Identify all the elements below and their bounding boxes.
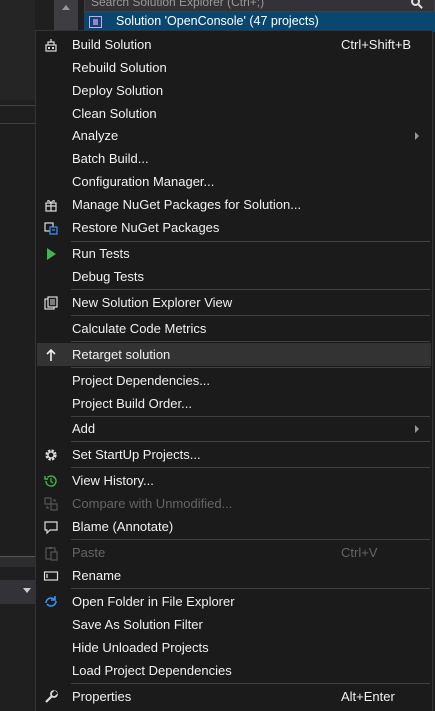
menu-item-view-history[interactable]: View History... (37, 469, 431, 492)
menu-item-label: Blame (Annotate) (72, 519, 174, 534)
menu-item-shortcut: Alt+Enter (341, 689, 395, 704)
menu-item-debug-tests[interactable]: Debug Tests (37, 265, 431, 288)
menu-item-label: Project Build Order... (72, 396, 192, 411)
wrench-icon (45, 690, 58, 703)
menu-item-project-dependencies[interactable]: Project Dependencies... (37, 369, 431, 392)
editor-background (0, 0, 35, 100)
panel-strip (0, 556, 35, 567)
blame-comment-icon (44, 521, 58, 535)
menu-item-shortcut: Ctrl+Shift+B (341, 37, 412, 52)
menu-item-label: Open Folder in File Explorer (72, 594, 235, 609)
menu-item-label: Retarget solution (72, 347, 171, 362)
menu-separator (71, 341, 430, 342)
divider (0, 105, 35, 106)
menu-item-label: Project Dependencies... (72, 373, 211, 388)
menu-item-shortcut: Ctrl+V (341, 545, 378, 560)
gear-icon (45, 449, 57, 461)
scroll-up-icon[interactable] (62, 5, 70, 10)
menu-item-label: Restore NuGet Packages (72, 220, 220, 235)
solution-icon (89, 16, 102, 28)
menu-item-rebuild-solution[interactable]: Rebuild Solution (37, 56, 431, 79)
menu-item-calculate-code-metrics[interactable]: Calculate Code Metrics (37, 317, 431, 340)
menu-item-deploy-solution[interactable]: Deploy Solution (37, 79, 431, 102)
compare-icon (44, 497, 58, 511)
menu-separator (71, 441, 430, 442)
menu-item-label: Manage NuGet Packages for Solution... (72, 197, 302, 212)
restore-packages-icon (44, 222, 58, 235)
menu-item-label: Build Solution (72, 37, 152, 52)
menu-item-load-project-dependencies[interactable]: Load Project Dependencies (37, 659, 431, 682)
scrollbar[interactable] (54, 0, 78, 30)
paste-icon (45, 547, 58, 561)
menu-item-label: Set StartUp Projects... (72, 447, 201, 462)
history-icon (44, 475, 57, 487)
menu-item-compare-with-unmodified[interactable]: Compare with Unmodified... (37, 492, 431, 515)
menu-item-label: Rename (72, 568, 122, 583)
search-placeholder: Search Solution Explorer (Ctrl+;) (91, 0, 265, 9)
menu-item-clean-solution[interactable]: Clean Solution (37, 102, 431, 125)
menu-item-label: Clean Solution (72, 106, 157, 121)
menu-item-label: Deploy Solution (72, 83, 164, 98)
menu-item-label: Configuration Manager... (72, 174, 215, 189)
open-folder-icon (45, 596, 57, 607)
submenu-arrow-icon (415, 425, 419, 433)
menu-item-label: Save As Solution Filter (72, 617, 203, 632)
menu-item-label: View History... (72, 473, 154, 488)
menu-item-set-startup-projects[interactable]: Set StartUp Projects... (37, 443, 431, 466)
menu-item-open-folder-in-file-explorer[interactable]: Open Folder in File Explorer (37, 590, 431, 613)
rename-icon (43, 571, 59, 581)
editor-panel (0, 124, 35, 554)
menu-item-restore-nuget[interactable]: Restore NuGet Packages (37, 216, 431, 239)
retarget-arrow-icon (46, 348, 56, 361)
menu-item-batch-build[interactable]: Batch Build... (37, 147, 431, 170)
menu-item-label: Rebuild Solution (72, 60, 167, 75)
menu-item-label: Compare with Unmodified... (72, 496, 233, 511)
menu-item-manage-nuget[interactable]: Manage NuGet Packages for Solution... (37, 193, 431, 216)
menu-separator (71, 539, 430, 540)
menu-separator (71, 289, 430, 290)
menu-item-hide-unloaded-projects[interactable]: Hide Unloaded Projects (37, 636, 431, 659)
menu-item-configuration-manager[interactable]: Configuration Manager... (37, 170, 431, 193)
nuget-package-icon (45, 200, 57, 212)
menu-separator (71, 683, 430, 684)
build-icon (45, 39, 57, 52)
submenu-arrow-icon (415, 132, 419, 140)
menu-item-project-build-order[interactable]: Project Build Order... (37, 392, 431, 415)
menu-item-label: Load Project Dependencies (72, 663, 232, 678)
menu-item-run-tests[interactable]: Run Tests (37, 242, 431, 265)
menu-item-label: New Solution Explorer View (72, 295, 233, 310)
menu-item-label: Properties (72, 689, 132, 704)
menu-item-properties[interactable]: Properties Alt+Enter (37, 685, 431, 708)
menu-separator (71, 467, 430, 468)
menu-item-add[interactable]: Add (37, 417, 431, 440)
menu-item-save-as-solution-filter[interactable]: Save As Solution Filter (37, 613, 431, 636)
new-explorer-view-icon (44, 296, 58, 310)
menu-item-label: Analyze (72, 128, 119, 143)
menu-separator (71, 588, 430, 589)
menu-item-label: Calculate Code Metrics (72, 321, 207, 336)
menu-item-build-solution[interactable]: Build Solution Ctrl+Shift+B (37, 33, 431, 56)
menu-separator (71, 315, 430, 316)
menu-item-analyze[interactable]: Analyze (37, 124, 431, 147)
menu-item-label: Hide Unloaded Projects (72, 640, 209, 655)
menu-item-new-solution-explorer-view[interactable]: New Solution Explorer View (37, 291, 431, 314)
solution-node[interactable]: Solution 'OpenConsole' (47 projects) (84, 12, 435, 32)
menu-item-label: Run Tests (72, 246, 130, 261)
menu-item-label: Paste (72, 545, 106, 560)
run-tests-icon (47, 248, 56, 260)
solution-label: Solution 'OpenConsole' (47 projects) (116, 14, 319, 28)
solution-explorer-search-input[interactable]: Search Solution Explorer (Ctrl+;) (84, 0, 435, 12)
menu-item-label: Debug Tests (72, 269, 145, 284)
menu-item-rename[interactable]: Rename (37, 564, 431, 587)
menu-item-paste[interactable]: Paste Ctrl+V (37, 541, 431, 564)
menu-separator (71, 367, 430, 368)
menu-item-label: Batch Build... (72, 151, 149, 166)
menu-item-blame[interactable]: Blame (Annotate) (37, 515, 431, 538)
menu-item-label: Add (72, 421, 96, 436)
menu-item-retarget-solution[interactable]: Retarget solution (37, 343, 431, 366)
panel-dropdown-bar[interactable] (0, 580, 35, 604)
chevron-down-icon[interactable] (23, 588, 31, 593)
solution-context-menu: Build Solution Ctrl+Shift+B Rebuild Solu… (35, 30, 433, 711)
